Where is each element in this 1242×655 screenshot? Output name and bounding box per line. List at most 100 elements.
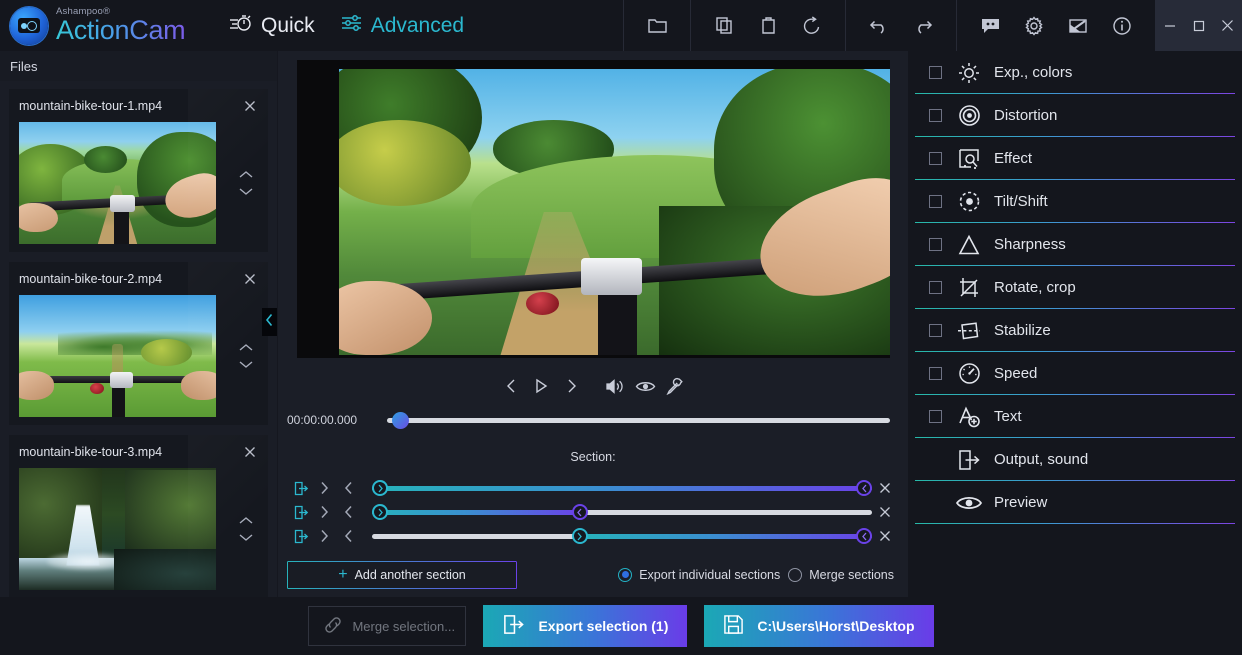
close-icon[interactable] xyxy=(240,96,260,116)
move-up-icon[interactable] xyxy=(238,170,254,180)
effect-checkbox[interactable] xyxy=(929,410,942,423)
section-delete-icon[interactable] xyxy=(872,506,898,518)
effect-row-text[interactable]: Text xyxy=(908,395,1242,438)
tab-quick[interactable]: Quick xyxy=(229,13,315,39)
export-icon[interactable] xyxy=(290,505,312,520)
effect-row-preview[interactable]: Preview xyxy=(908,481,1242,524)
feedback-button[interactable] xyxy=(971,7,1009,45)
link-icon xyxy=(323,615,343,638)
play-button[interactable] xyxy=(526,371,556,401)
output-path-button[interactable]: C:\Users\Horst\Desktop xyxy=(704,605,933,647)
radio-merge-sections[interactable]: Merge sections xyxy=(788,568,894,582)
file-thumbnail[interactable] xyxy=(19,468,216,590)
effect-checkbox[interactable] xyxy=(929,109,942,122)
export-icon xyxy=(948,448,990,472)
effect-row-output-sound[interactable]: Output, sound xyxy=(908,438,1242,481)
effect-row-rotate-crop[interactable]: Rotate, crop xyxy=(908,266,1242,309)
export-selection-button[interactable]: Export selection (1) xyxy=(483,605,687,647)
section-delete-icon[interactable] xyxy=(872,482,898,494)
redo-button[interactable] xyxy=(904,7,942,45)
add-another-section-button[interactable]: + Add another section xyxy=(287,561,517,589)
files-list: mountain-bike-tour-1.mp4 xyxy=(0,81,277,598)
move-down-icon[interactable] xyxy=(238,532,254,542)
effect-row-tilt-shift[interactable]: Tilt/Shift xyxy=(908,180,1242,223)
video-preview[interactable] xyxy=(297,60,890,358)
list-item[interactable]: mountain-bike-tour-3.mp4 xyxy=(9,435,268,598)
section-range-slider[interactable] xyxy=(372,476,872,500)
merge-selection-button[interactable]: Merge selection... xyxy=(308,606,466,646)
effect-checkbox[interactable] xyxy=(929,66,942,79)
section-start-handle[interactable] xyxy=(372,480,388,496)
section-start-handle[interactable] xyxy=(572,528,588,544)
seek-thumb[interactable] xyxy=(392,412,409,429)
effect-label: Distortion xyxy=(994,107,1057,124)
brand-name: ActionCam xyxy=(56,17,185,44)
section-next-icon[interactable] xyxy=(312,529,336,543)
section-end-handle[interactable] xyxy=(856,480,872,496)
reset-button[interactable] xyxy=(793,7,831,45)
radio-unselected-icon xyxy=(788,568,802,582)
previous-frame-button[interactable] xyxy=(496,371,526,401)
move-down-icon[interactable] xyxy=(238,186,254,196)
tiltshift-icon xyxy=(948,189,990,214)
effect-checkbox[interactable] xyxy=(929,324,942,337)
seek-bar[interactable] xyxy=(387,411,890,429)
section-range-slider[interactable] xyxy=(372,524,872,548)
export-icon[interactable] xyxy=(290,529,312,544)
preview-eye-button[interactable] xyxy=(630,371,660,401)
file-thumbnail[interactable] xyxy=(19,122,216,244)
settings-button[interactable] xyxy=(1015,7,1053,45)
open-folder-button[interactable] xyxy=(638,7,676,45)
section-next-icon[interactable] xyxy=(312,505,336,519)
section-start-handle[interactable] xyxy=(372,504,388,520)
section-prev-icon[interactable] xyxy=(336,505,360,519)
stabilize-icon xyxy=(948,320,990,342)
stopwatch-icon xyxy=(229,13,253,39)
image-adjust-button[interactable] xyxy=(1059,7,1097,45)
effect-row-exp-colors[interactable]: Exp., colors xyxy=(908,51,1242,94)
effect-row-distortion[interactable]: Distortion xyxy=(908,94,1242,137)
effect-row-effect[interactable]: Effect xyxy=(908,137,1242,180)
paste-button[interactable] xyxy=(749,7,787,45)
list-item[interactable]: mountain-bike-tour-2.mp4 xyxy=(9,262,268,425)
next-frame-button[interactable] xyxy=(556,371,586,401)
move-up-icon[interactable] xyxy=(238,516,254,526)
close-icon[interactable] xyxy=(240,442,260,462)
move-down-icon[interactable] xyxy=(238,359,254,369)
effect-row-sharpness[interactable]: Sharpness xyxy=(908,223,1242,266)
section-range-slider[interactable] xyxy=(372,500,872,524)
seek-track[interactable] xyxy=(387,418,890,423)
section-end-handle[interactable] xyxy=(856,528,872,544)
volume-button[interactable] xyxy=(600,371,630,401)
effect-checkbox[interactable] xyxy=(929,367,942,380)
section-delete-icon[interactable] xyxy=(872,530,898,542)
export-icon[interactable] xyxy=(290,481,312,496)
close-button[interactable] xyxy=(1213,0,1242,51)
effect-checkbox[interactable] xyxy=(929,238,942,251)
preview-panel: 00:00:00.000 Section: xyxy=(278,51,908,597)
tab-advanced[interactable]: Advanced xyxy=(341,13,464,39)
copy-button[interactable] xyxy=(705,7,743,45)
effect-checkbox[interactable] xyxy=(929,281,942,294)
sidebar-collapse-handle[interactable] xyxy=(262,308,277,336)
list-item[interactable]: mountain-bike-tour-1.mp4 xyxy=(9,89,268,252)
radio-export-individual[interactable]: Export individual sections xyxy=(618,568,780,582)
undo-button[interactable] xyxy=(860,7,898,45)
section-prev-icon[interactable] xyxy=(336,481,360,495)
file-thumbnail[interactable] xyxy=(19,295,216,417)
info-button[interactable] xyxy=(1103,7,1141,45)
minimize-button[interactable] xyxy=(1155,0,1184,51)
maximize-button[interactable] xyxy=(1184,0,1213,51)
effect-row-stabilize[interactable]: Stabilize xyxy=(908,309,1242,352)
effect-row-speed[interactable]: Speed xyxy=(908,352,1242,395)
section-end-handle[interactable] xyxy=(572,504,588,520)
tools-button[interactable] xyxy=(660,371,690,401)
section-prev-icon[interactable] xyxy=(336,529,360,543)
move-up-icon[interactable] xyxy=(238,343,254,353)
playback-controls xyxy=(278,366,908,406)
effect-checkbox[interactable] xyxy=(929,152,942,165)
toolbar-group-file xyxy=(624,0,690,51)
effect-checkbox[interactable] xyxy=(929,195,942,208)
close-icon[interactable] xyxy=(240,269,260,289)
section-next-icon[interactable] xyxy=(312,481,336,495)
